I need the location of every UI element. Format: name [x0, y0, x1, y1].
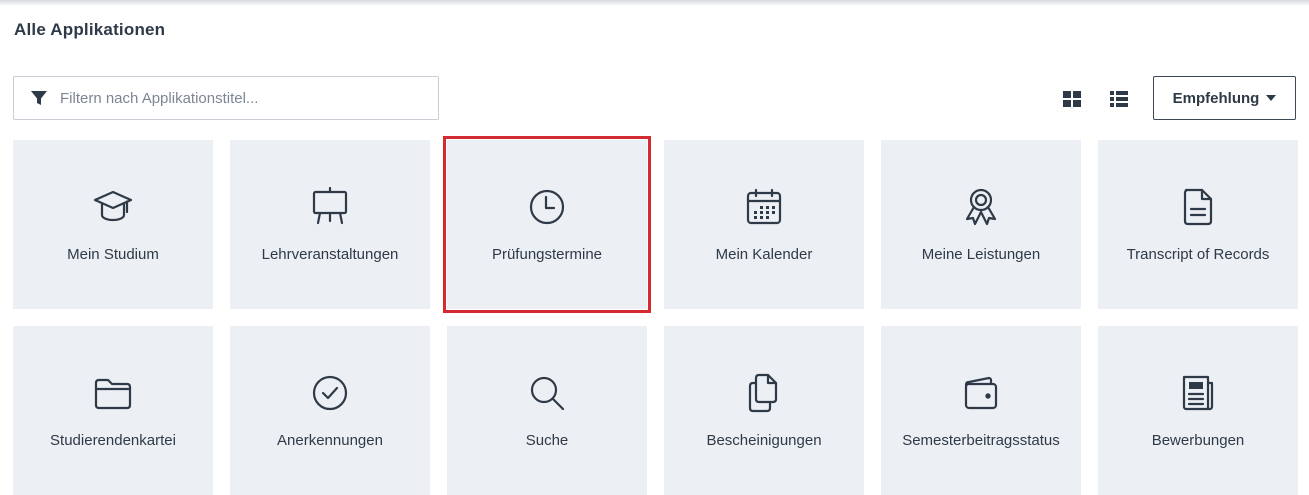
sort-dropdown-button[interactable]: Empfehlung	[1153, 76, 1296, 120]
app-grid: Mein Studium Lehrveranstaltungen Prüfung…	[13, 136, 1298, 495]
page-title: Alle Applikationen	[14, 20, 166, 39]
easel-icon	[308, 185, 352, 229]
app-tile-pruefungstermine[interactable]: Prüfungstermine	[443, 136, 651, 313]
app-tile-meine-leistungen[interactable]: Meine Leistungen	[881, 140, 1081, 309]
app-tile-mein-studium[interactable]: Mein Studium	[13, 140, 213, 309]
app-label: Mein Kalender	[715, 246, 813, 263]
app-label: Lehrveranstaltungen	[261, 246, 399, 263]
app-label: Bewerbungen	[1151, 432, 1245, 449]
list-view-button[interactable]	[1110, 90, 1128, 108]
app-tile-suche[interactable]: Suche	[447, 326, 647, 495]
calendar-icon	[742, 185, 786, 229]
search-icon	[525, 371, 569, 415]
filter-box[interactable]	[13, 76, 439, 120]
app-label: Studierendenkartei	[50, 432, 176, 449]
folder-icon	[91, 371, 135, 415]
app-tile-transcript-of-records[interactable]: Transcript of Records	[1098, 140, 1298, 309]
app-label: Suche	[525, 432, 569, 449]
grid-view-icon	[1063, 91, 1081, 107]
app-tile-bescheinigungen[interactable]: Bescheinigungen	[664, 326, 864, 495]
app-label: Anerkennungen	[277, 432, 383, 449]
documents-copy-icon	[742, 371, 786, 415]
document-icon	[1176, 185, 1220, 229]
app-label: Prüfungstermine	[491, 246, 603, 263]
newspaper-icon	[1176, 371, 1220, 415]
list-view-icon	[1110, 91, 1128, 107]
app-tile-anerkennungen[interactable]: Anerkennungen	[230, 326, 430, 495]
graduation-cap-icon	[91, 185, 135, 229]
check-circle-icon	[308, 371, 352, 415]
app-label: Mein Studium	[67, 246, 159, 263]
clock-icon	[525, 185, 569, 229]
app-label: Meine Leistungen	[921, 246, 1041, 263]
award-ribbon-icon	[959, 185, 1003, 229]
grid-view-button[interactable]	[1063, 90, 1081, 108]
filter-icon	[30, 89, 48, 107]
sort-label: Empfehlung	[1172, 89, 1260, 107]
caret-down-icon	[1266, 95, 1277, 101]
filter-input[interactable]	[60, 78, 438, 118]
app-tile-semesterbeitragsstatus[interactable]: Semesterbeitragsstatus	[881, 326, 1081, 495]
app-tile-studierendenkartei[interactable]: Studierendenkartei	[13, 326, 213, 495]
app-label: Transcript of Records	[1126, 246, 1270, 263]
app-tile-bewerbungen[interactable]: Bewerbungen	[1098, 326, 1298, 495]
header-shadow	[0, 0, 1309, 6]
app-label: Bescheinigungen	[706, 432, 822, 449]
app-label: Semesterbeitragsstatus	[902, 432, 1060, 449]
app-tile-lehrveranstaltungen[interactable]: Lehrveranstaltungen	[230, 140, 430, 309]
wallet-icon	[959, 371, 1003, 415]
app-tile-mein-kalender[interactable]: Mein Kalender	[664, 140, 864, 309]
